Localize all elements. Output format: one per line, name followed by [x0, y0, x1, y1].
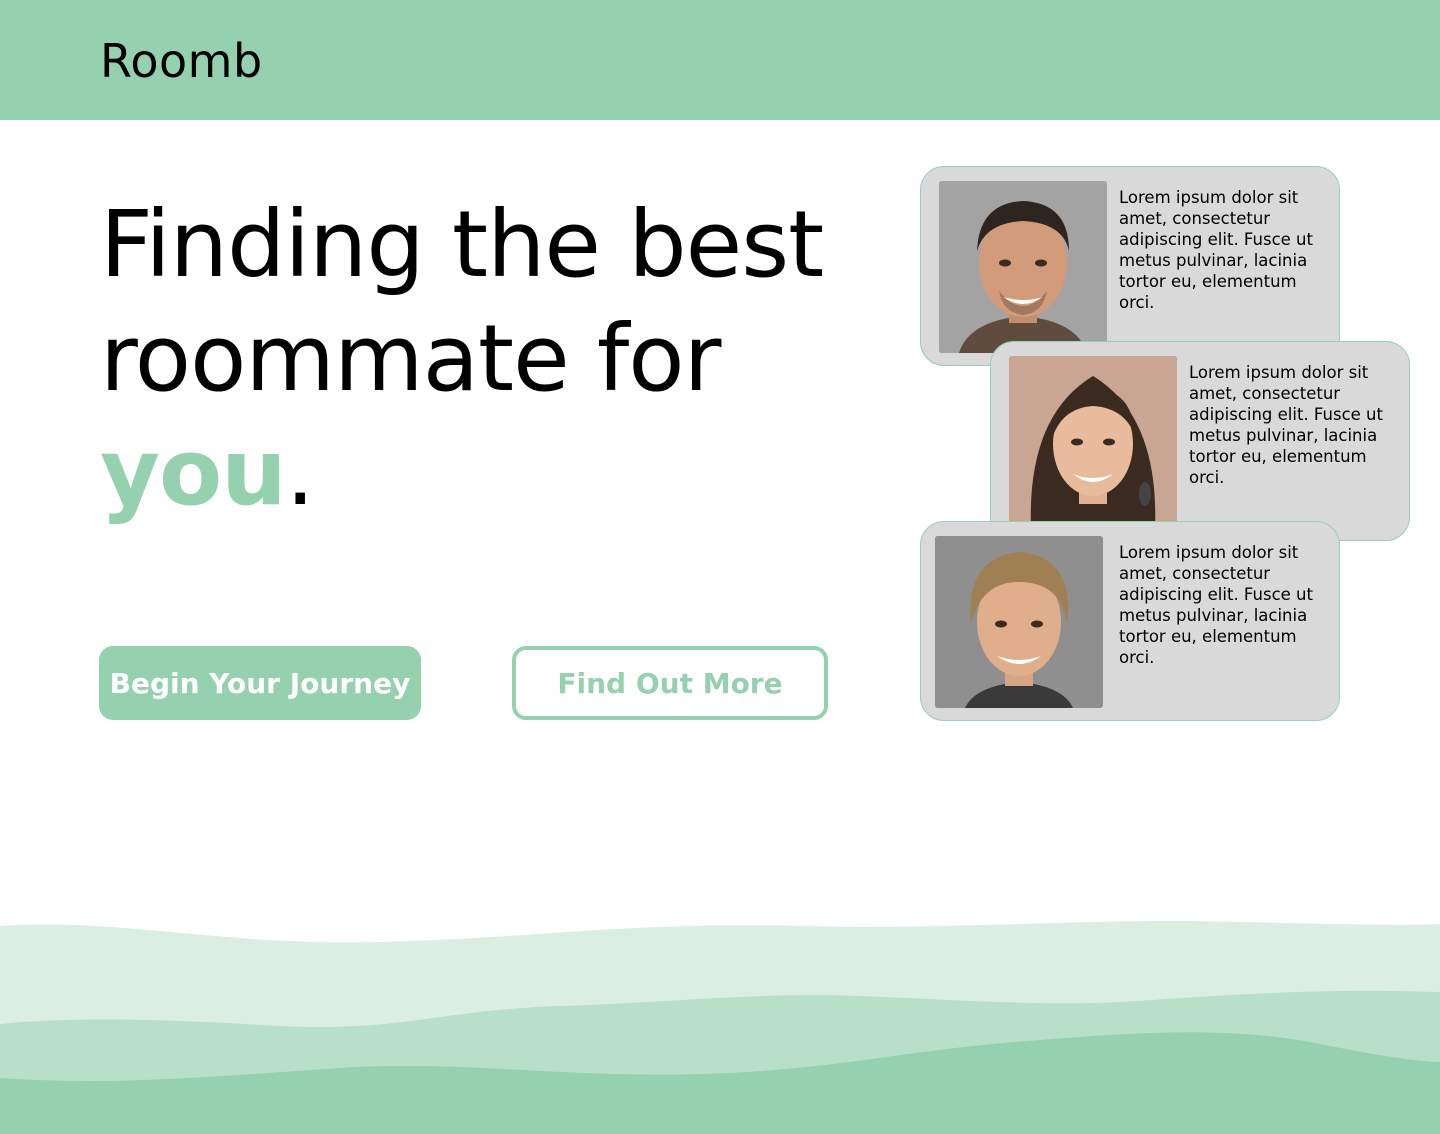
profile-card[interactable]: Lorem ipsum dolor sit amet, consectetur …: [990, 341, 1410, 541]
top-header: Roomb: [0, 0, 1440, 120]
profile-description: Lorem ipsum dolor sit amet, consectetur …: [1119, 543, 1313, 667]
profile-card[interactable]: Lorem ipsum dolor sit amet, consectetur …: [920, 521, 1340, 721]
headline-period: .: [285, 419, 315, 526]
profile-description: Lorem ipsum dolor sit amet, consectetur …: [1189, 363, 1383, 487]
profile-description: Lorem ipsum dolor sit amet, consectetur …: [1119, 188, 1313, 312]
brand-logo-text[interactable]: Roomb: [100, 34, 263, 88]
hero-headline: Finding the best roommate for you.: [100, 188, 880, 530]
person-avatar-icon: [939, 181, 1107, 353]
person-avatar-icon: [935, 536, 1103, 708]
person-avatar-icon: [1009, 356, 1177, 528]
headline-line-3: you.: [100, 416, 880, 530]
find-out-more-button[interactable]: Find Out More: [512, 646, 828, 720]
begin-journey-button[interactable]: Begin Your Journey: [99, 646, 421, 720]
headline-accent-word: you: [100, 419, 287, 526]
headline-line-1: Finding the best: [100, 191, 824, 298]
landing-page: Roomb Finding the best roommate for you.…: [0, 0, 1440, 1134]
profile-photo: [1009, 356, 1177, 528]
profile-photo: [939, 181, 1107, 353]
profile-card[interactable]: Lorem ipsum dolor sit amet, consectetur …: [920, 166, 1340, 366]
headline-line-2: roommate for: [100, 305, 721, 412]
profile-photo: [935, 536, 1103, 708]
decorative-waves: [0, 921, 1440, 1134]
